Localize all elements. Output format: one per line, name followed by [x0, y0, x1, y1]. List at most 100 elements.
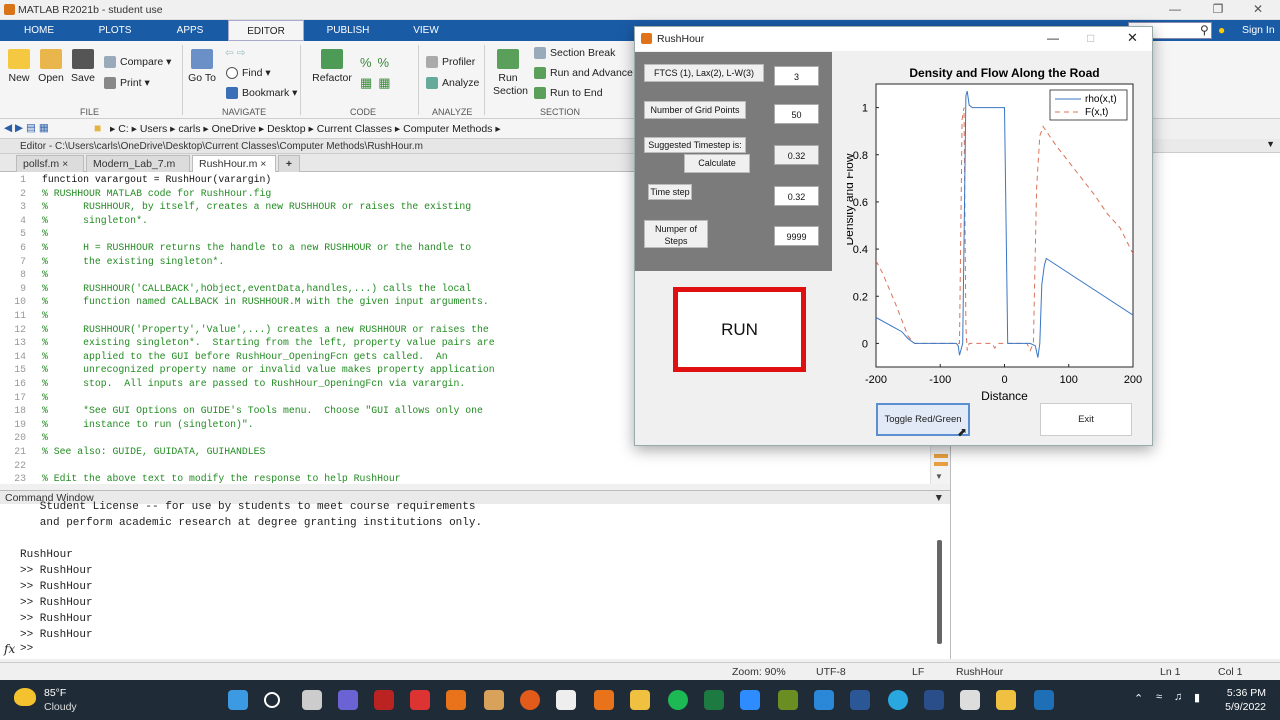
start-icon[interactable] — [228, 690, 248, 710]
compare-button[interactable]: Compare ▾ — [104, 56, 171, 69]
app-icon[interactable] — [374, 690, 394, 710]
app-icon[interactable] — [924, 690, 944, 710]
task-view-icon[interactable] — [302, 690, 322, 710]
file-tab-rushhour[interactable]: RushHour.m × — [192, 155, 276, 172]
goto-button[interactable]: Go To — [183, 49, 221, 84]
battery-icon[interactable]: ▮ — [1194, 691, 1200, 704]
breadcrumb-carls[interactable]: carls — [178, 123, 200, 135]
taskbar-search-icon[interactable] — [264, 692, 280, 708]
panel-menu-icon[interactable]: ▼ — [1266, 139, 1275, 149]
breadcrumb-separator: ▸ — [392, 123, 404, 135]
scheme-input[interactable]: 3 — [774, 66, 819, 86]
breadcrumb-desktop[interactable]: Desktop — [267, 123, 306, 135]
zoom-icon[interactable] — [740, 690, 760, 710]
analyze-button[interactable]: Analyze — [426, 77, 479, 90]
bookmark-button[interactable]: Bookmark ▾ — [226, 87, 297, 100]
find-button[interactable]: Find ▾ — [226, 67, 271, 80]
line-number: 20 — [14, 432, 26, 444]
line-number: 17 — [14, 391, 26, 403]
safari-icon[interactable] — [888, 690, 908, 710]
profiler-button[interactable]: Profiler — [426, 56, 475, 69]
scroll-down-icon[interactable]: ▼ — [935, 472, 943, 481]
warning-marker-icon[interactable] — [934, 454, 948, 458]
maximize-icon[interactable]: □ — [1087, 31, 1094, 45]
run-button[interactable]: RUN — [673, 287, 806, 372]
breadcrumb-computer-methods[interactable]: Computer Methods — [403, 123, 492, 135]
code-comment-icons[interactable]: %% — [360, 55, 395, 70]
code-indent-icons[interactable]: ▦▦ — [360, 75, 397, 91]
code-line: % applied to the GUI before RushHour_Ope… — [42, 350, 448, 362]
bell-icon[interactable]: ● — [1218, 23, 1225, 37]
tab-plots[interactable]: PLOTS — [85, 20, 145, 41]
command-prompt[interactable]: >> — [20, 643, 33, 655]
refactor-button[interactable]: Refactor — [310, 49, 354, 84]
breadcrumb-c[interactable]: C: — [118, 123, 129, 135]
app-icon[interactable] — [484, 690, 504, 710]
file-explorer-icon[interactable] — [630, 690, 650, 710]
search-icon[interactable]: ⚲ — [1200, 23, 1209, 37]
clock-time[interactable]: 5:36 PM — [1226, 687, 1266, 699]
toggle-red-green-button[interactable]: Toggle Red/Green — [876, 403, 970, 436]
section-break-button[interactable]: Section Break — [534, 47, 615, 60]
breadcrumb-current-classes[interactable]: Current Classes — [317, 123, 392, 135]
run-end-button[interactable]: Run to End — [534, 87, 603, 100]
excel-icon[interactable] — [704, 690, 724, 710]
file-tab-label: Modern_Lab_7.m — [93, 158, 176, 170]
snipping-icon[interactable] — [556, 690, 576, 710]
run-section-button[interactable]: Run Section — [488, 49, 528, 98]
scheme-label: FTCS (1), Lax(2), L-W(3) — [644, 64, 764, 82]
add-tab-icon[interactable]: + — [278, 155, 300, 172]
command-scrollbar[interactable] — [937, 540, 942, 644]
print-button[interactable]: Print ▾ — [104, 77, 150, 90]
run-advance-button[interactable]: Run and Advance — [534, 67, 633, 80]
minecraft-icon[interactable] — [778, 690, 798, 710]
foxit-icon[interactable] — [594, 690, 614, 710]
save-button[interactable]: Save — [64, 49, 102, 84]
steps-input[interactable]: 9999 — [774, 226, 819, 246]
tray-chevron-icon[interactable]: ⌃ — [1134, 692, 1143, 705]
wifi-icon[interactable]: ≈ — [1156, 691, 1162, 703]
command-window[interactable]: Student License -- for use by students t… — [0, 501, 950, 659]
weather-icon[interactable] — [14, 688, 36, 706]
function-browser-icon[interactable]: fx — [4, 642, 15, 656]
volume-icon[interactable]: ♫ — [1174, 691, 1182, 703]
minimize-icon[interactable]: — — [1047, 31, 1059, 45]
settings-icon[interactable] — [410, 690, 430, 710]
tab-editor[interactable]: EDITOR — [228, 20, 304, 41]
breadcrumb[interactable]: ▸ C: ▸ Users ▸ carls ▸ OneDrive ▸ Deskto… — [110, 123, 501, 135]
calculate-button[interactable]: Calculate — [684, 154, 750, 173]
outlook-icon[interactable] — [1034, 690, 1054, 710]
matlab-icon[interactable] — [446, 690, 466, 710]
sign-in-link[interactable]: Sign In — [1242, 24, 1275, 36]
tab-apps[interactable]: APPS — [160, 20, 220, 41]
breadcrumb-users[interactable]: Users — [140, 123, 167, 135]
word-icon[interactable] — [850, 690, 870, 710]
tab-publish[interactable]: PUBLISH — [318, 20, 378, 41]
panel-menu-icon[interactable]: ▼ — [934, 491, 944, 505]
code-line: % H = RUSHHOUR returns the handle to a n… — [42, 242, 472, 253]
exit-button[interactable]: Exit — [1040, 403, 1132, 436]
tab-home[interactable]: HOME — [10, 20, 68, 41]
close-tab-icon[interactable]: × — [260, 158, 266, 170]
spotify-icon[interactable] — [668, 690, 688, 710]
firefox-icon[interactable] — [520, 690, 540, 710]
teams-icon[interactable] — [338, 690, 358, 710]
edge-icon[interactable] — [814, 690, 834, 710]
app-icon[interactable] — [996, 690, 1016, 710]
close-tab-icon[interactable]: × — [62, 158, 68, 170]
close-icon[interactable]: ✕ — [1127, 30, 1138, 46]
clock-date[interactable]: 5/9/2022 — [1214, 701, 1266, 713]
timestep-input[interactable]: 0.32 — [774, 186, 819, 206]
tab-view[interactable]: VIEW — [396, 20, 456, 41]
breadcrumb-onedrive[interactable]: OneDrive — [212, 123, 256, 135]
grid-points-input[interactable]: 50 — [774, 104, 819, 124]
file-tab-pollsf[interactable]: pollsf.m × — [16, 155, 84, 172]
maximize-icon[interactable]: ❐ — [1198, 2, 1238, 16]
warning-marker-icon[interactable] — [934, 462, 948, 466]
file-tab-modern-lab[interactable]: Modern_Lab_7.m × — [86, 155, 190, 186]
close-icon[interactable]: ✕ — [1238, 2, 1278, 16]
back-forward-arrows[interactable]: ⇦ ⇨ — [225, 47, 246, 59]
nav-arrows-icon[interactable]: ◀ ▶ ▤ ▦ — [4, 122, 49, 134]
photos-icon[interactable] — [960, 690, 980, 710]
minimize-icon[interactable]: — — [1155, 2, 1195, 16]
